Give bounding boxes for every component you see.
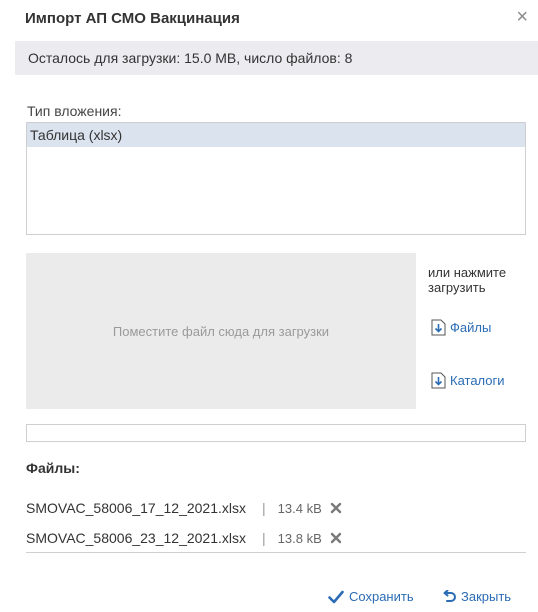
dialog-title: Импорт АП СМО Вакцинация (25, 10, 240, 27)
files-heading: Файлы: (26, 460, 80, 476)
upload-files-label: Файлы (450, 320, 492, 335)
upload-files-button[interactable]: Файлы (431, 319, 491, 336)
file-dropzone[interactable]: Поместите файл сюда для загрузки (26, 253, 416, 409)
file-size: 13.8 kB (277, 530, 322, 546)
attachment-type-option[interactable]: Таблица (xlsx) (27, 123, 525, 147)
dropzone-hint: Поместите файл сюда для загрузки (112, 323, 330, 339)
upload-progress-bar (26, 424, 526, 442)
file-name: SMOVAC_58006_23_12_2021.xlsx (26, 530, 247, 546)
upload-icon (431, 372, 446, 389)
save-button[interactable]: Сохранить (328, 589, 414, 604)
attachment-type-list[interactable]: Таблица (xlsx) (26, 122, 526, 235)
file-separator: | (262, 500, 266, 516)
upload-icon (431, 319, 446, 336)
file-size: 13.4 kB (277, 500, 322, 516)
attachment-type-label: Тип вложения: (27, 103, 122, 119)
close-icon[interactable]: × (516, 7, 528, 27)
file-name: SMOVAC_58006_17_12_2021.xlsx (26, 500, 247, 516)
file-row: SMOVAC_58006_17_12_2021.xlsx | 13.4 kB (26, 498, 342, 518)
undo-icon (443, 589, 456, 602)
remove-file-icon[interactable] (330, 502, 342, 514)
save-label: Сохранить (349, 589, 414, 604)
close-label: Закрыть (461, 589, 512, 604)
file-separator: | (262, 530, 266, 546)
checkmark-icon (328, 590, 344, 603)
quota-text: Осталось для загрузки: 15.0 MB, число фа… (28, 50, 353, 66)
quota-bar: Осталось для загрузки: 15.0 MB, число фа… (15, 41, 538, 75)
remove-file-icon[interactable] (330, 532, 342, 544)
upload-dirs-label: Каталоги (450, 373, 505, 388)
upload-dirs-button[interactable]: Каталоги (431, 372, 505, 389)
import-dialog: Импорт АП СМО Вакцинация × Осталось для … (0, 0, 538, 612)
files-divider (26, 552, 526, 553)
file-row: SMOVAC_58006_23_12_2021.xlsx | 13.8 kB (26, 528, 342, 548)
upload-hint: или нажмите загрузить (428, 265, 507, 295)
close-button[interactable]: Закрыть (442, 589, 511, 604)
